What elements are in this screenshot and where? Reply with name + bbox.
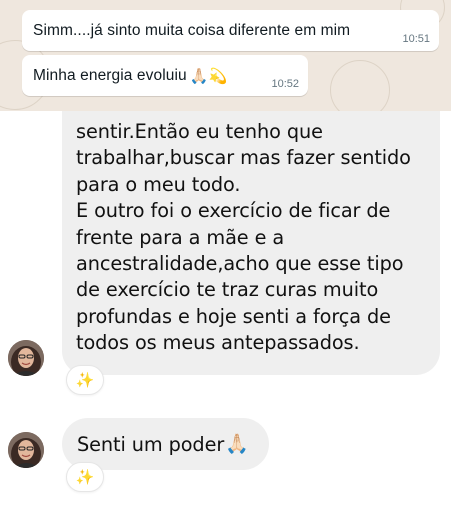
message-line: trabalhar,buscar mas fazer sentido [76, 146, 411, 170]
avatar-photo-icon [8, 340, 44, 376]
message-text: Simm....já sinto muita coisa diferente e… [33, 21, 351, 39]
message-line: ancestralidade,acho que esse tipo [76, 252, 404, 276]
received-message-text: Senti um poder [77, 432, 225, 456]
background-doodle [330, 60, 390, 111]
message-timestamp: 10:51 [402, 33, 430, 45]
praying-hands-emoji: 🙏🏻 [225, 434, 249, 455]
whatsapp-message-bubble[interactable]: Minha energia evoluiu 🙏🏻💫 10:52 [22, 55, 308, 96]
received-message-text: sentir.Então eu tenho que trabalhar,busc… [76, 119, 438, 357]
avatar[interactable] [8, 340, 44, 376]
message-line: para o meu todo. [76, 172, 241, 196]
reaction-pill[interactable]: ✨ [66, 462, 104, 492]
message-line: frente para a mãe e a [76, 225, 285, 249]
message-text: Minha energia evoluiu [33, 66, 187, 84]
reaction-pill[interactable]: ✨ [66, 365, 104, 395]
message-line: todos os meus antepassados. [76, 331, 360, 355]
sparkles-reaction-icon: ✨ [75, 468, 95, 486]
message-line: E outro foi o exercício de ficar de [76, 199, 391, 223]
avatar-photo-icon [8, 432, 44, 468]
whatsapp-chat-strip: Simm....já sinto muita coisa diferente e… [0, 0, 451, 111]
message-line: de exercício te traz curas muito [76, 278, 379, 302]
whatsapp-message-bubble[interactable]: Simm....já sinto muita coisa diferente e… [22, 10, 439, 51]
message-line: profundas e hoje senti a força de [76, 304, 391, 328]
avatar[interactable] [8, 432, 44, 468]
sparkles-reaction-icon: ✨ [75, 371, 95, 389]
message-line: sentir.Então eu tenho que [76, 120, 323, 143]
praying-hands-emoji: 🙏🏻💫 [189, 67, 228, 85]
instagram-dm-thread: sentir.Então eu tenho que trabalhar,busc… [0, 111, 451, 506]
message-timestamp: 10:52 [271, 78, 299, 90]
